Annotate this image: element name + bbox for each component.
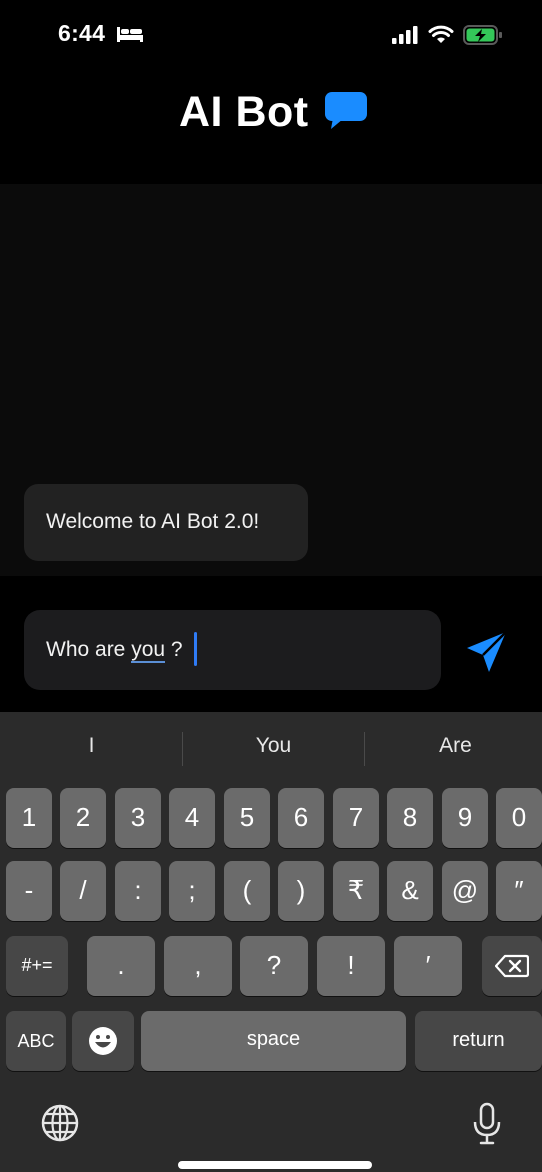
sleep-focus-icon [117, 27, 143, 42]
key-3[interactable]: 3 [115, 788, 161, 848]
key-comma[interactable]: , [164, 936, 232, 996]
battery-charging-icon [463, 25, 502, 45]
key-double-quote[interactable]: ″ [496, 861, 542, 921]
key-period[interactable]: . [87, 936, 155, 996]
send-button[interactable] [466, 631, 508, 673]
message-input[interactable]: Who are you ? [24, 610, 441, 690]
key-5[interactable]: 5 [224, 788, 270, 848]
suggestion-1[interactable]: I [1, 734, 182, 758]
input-text-after: ? [165, 638, 183, 661]
key-6[interactable]: 6 [278, 788, 324, 848]
chat-area[interactable]: Welcome to AI Bot 2.0! [0, 184, 542, 576]
key-open-paren[interactable]: ( [224, 861, 270, 921]
message-text: Welcome to AI Bot 2.0! [46, 510, 260, 533]
key-exclamation[interactable]: ! [317, 936, 385, 996]
backspace-icon [495, 954, 529, 978]
key-question[interactable]: ? [240, 936, 308, 996]
key-1[interactable]: 1 [6, 788, 52, 848]
suggestion-bar: I You Are [0, 712, 542, 784]
key-at[interactable]: @ [442, 861, 488, 921]
bot-message-bubble: Welcome to AI Bot 2.0! [24, 484, 308, 561]
key-semicolon[interactable]: ; [169, 861, 215, 921]
key-hyphen[interactable]: - [6, 861, 52, 921]
key-colon[interactable]: : [115, 861, 161, 921]
status-time: 6:44 [58, 20, 106, 46]
key-4[interactable]: 4 [169, 788, 215, 848]
delete-key[interactable] [482, 936, 542, 996]
text-cursor [194, 632, 197, 666]
abc-key[interactable]: ABC [6, 1011, 66, 1071]
app-title: AI Bot [179, 88, 309, 136]
home-indicator[interactable] [178, 1161, 372, 1169]
key-slash[interactable]: / [60, 861, 106, 921]
key-2[interactable]: 2 [60, 788, 106, 848]
emoji-icon [89, 1027, 117, 1055]
input-bar: Who are you ? [0, 576, 542, 712]
emoji-key[interactable] [72, 1011, 134, 1071]
suggestion-3[interactable]: Are [365, 734, 542, 758]
chat-bubble-icon [325, 92, 367, 129]
key-ampersand[interactable]: & [387, 861, 433, 921]
wifi-icon [428, 25, 454, 43]
microphone-icon[interactable] [472, 1102, 502, 1146]
space-key[interactable]: space [141, 1011, 406, 1071]
app-header: AI Bot [0, 70, 542, 184]
key-close-paren[interactable]: ) [278, 861, 324, 921]
key-7[interactable]: 7 [333, 788, 379, 848]
autocorrect-word: you [131, 638, 166, 663]
more-symbols-key[interactable]: #+= [6, 936, 68, 996]
keyboard: I You Are 1 2 3 4 5 6 7 8 9 0 - / : ; ( … [0, 712, 542, 1172]
message-input-text: Who are you ? [46, 638, 183, 663]
key-0[interactable]: 0 [496, 788, 542, 848]
input-text-before: Who are [46, 638, 132, 661]
status-bar: 6:44 [0, 0, 542, 70]
key-rupee[interactable]: ₹ [333, 861, 379, 921]
cellular-signal-icon [392, 26, 418, 44]
key-9[interactable]: 9 [442, 788, 488, 848]
globe-icon[interactable] [40, 1103, 80, 1143]
key-apostrophe[interactable]: ′ [394, 936, 462, 996]
key-8[interactable]: 8 [387, 788, 433, 848]
return-key[interactable]: return [415, 1011, 542, 1071]
suggestion-2[interactable]: You [183, 734, 364, 758]
